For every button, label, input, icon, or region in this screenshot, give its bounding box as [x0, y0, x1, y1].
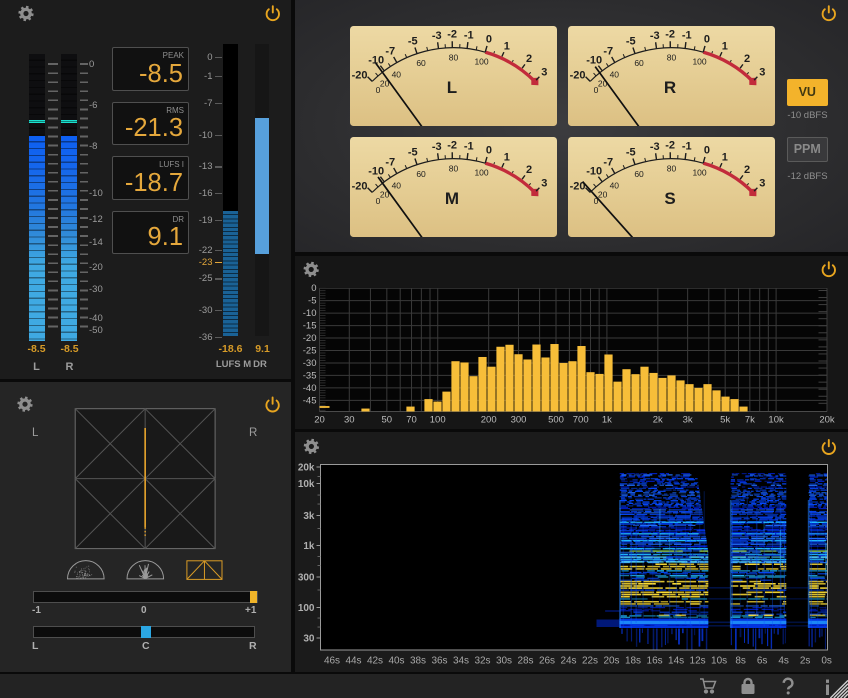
svg-text:-5: -5 — [626, 146, 636, 158]
svg-text:3: 3 — [759, 66, 765, 78]
svg-text:M: M — [444, 189, 458, 208]
svg-text:1: 1 — [722, 40, 728, 52]
svg-text:-5: -5 — [626, 35, 636, 47]
svg-text:-1: -1 — [682, 30, 692, 42]
svg-text:2: 2 — [525, 164, 531, 176]
svg-text:100: 100 — [474, 167, 488, 177]
svg-text:-3: -3 — [650, 30, 660, 42]
svg-text:1: 1 — [503, 40, 509, 52]
svg-text:3: 3 — [759, 177, 765, 189]
svg-text:-7: -7 — [603, 156, 613, 168]
svg-text:100: 100 — [692, 57, 706, 67]
svg-text:80: 80 — [448, 163, 458, 173]
svg-text:-3: -3 — [431, 30, 441, 42]
svg-text:40: 40 — [609, 180, 619, 190]
svg-text:-7: -7 — [603, 45, 613, 57]
svg-text:-2: -2 — [665, 29, 675, 41]
svg-text:-10: -10 — [586, 55, 602, 67]
svg-text:-7: -7 — [385, 156, 395, 168]
svg-text:100: 100 — [692, 167, 706, 177]
svg-text:-20: -20 — [351, 70, 367, 82]
svg-text:80: 80 — [448, 53, 458, 63]
svg-text:60: 60 — [416, 168, 426, 178]
svg-text:3: 3 — [541, 66, 547, 78]
svg-text:40: 40 — [391, 180, 401, 190]
svg-text:-3: -3 — [431, 140, 441, 152]
svg-text:100: 100 — [474, 57, 488, 67]
svg-text:-20: -20 — [351, 180, 367, 192]
svg-text:0: 0 — [485, 144, 491, 156]
svg-text:60: 60 — [634, 58, 644, 68]
svg-text:0: 0 — [704, 34, 710, 46]
svg-text:40: 40 — [609, 70, 619, 80]
svg-text:1: 1 — [722, 151, 728, 163]
svg-text:1: 1 — [503, 151, 509, 163]
svg-text:-7: -7 — [385, 45, 395, 57]
svg-text:60: 60 — [416, 58, 426, 68]
svg-text:0: 0 — [704, 144, 710, 156]
svg-text:80: 80 — [667, 163, 677, 173]
svg-text:20: 20 — [598, 189, 608, 199]
svg-text:60: 60 — [634, 168, 644, 178]
svg-text:-1: -1 — [463, 30, 473, 42]
svg-text:0: 0 — [485, 34, 491, 46]
svg-text:3: 3 — [541, 177, 547, 189]
svg-text:-5: -5 — [407, 35, 417, 47]
svg-text:-5: -5 — [407, 146, 417, 158]
svg-text:2: 2 — [744, 164, 750, 176]
svg-text:-2: -2 — [665, 139, 675, 151]
svg-text:-1: -1 — [463, 140, 473, 152]
svg-text:20: 20 — [598, 78, 608, 88]
svg-text:2: 2 — [525, 53, 531, 65]
svg-text:-3: -3 — [650, 140, 660, 152]
svg-text:80: 80 — [667, 53, 677, 63]
svg-text:-10: -10 — [586, 165, 602, 177]
svg-text:-2: -2 — [447, 139, 457, 151]
svg-text:L: L — [446, 78, 456, 97]
svg-text:-20: -20 — [569, 70, 585, 82]
svg-text:-1: -1 — [682, 140, 692, 152]
svg-text:2: 2 — [744, 53, 750, 65]
svg-text:-2: -2 — [447, 29, 457, 41]
svg-text:R: R — [664, 78, 676, 97]
svg-text:-10: -10 — [368, 165, 384, 177]
svg-text:S: S — [664, 189, 675, 208]
svg-text:40: 40 — [391, 70, 401, 80]
